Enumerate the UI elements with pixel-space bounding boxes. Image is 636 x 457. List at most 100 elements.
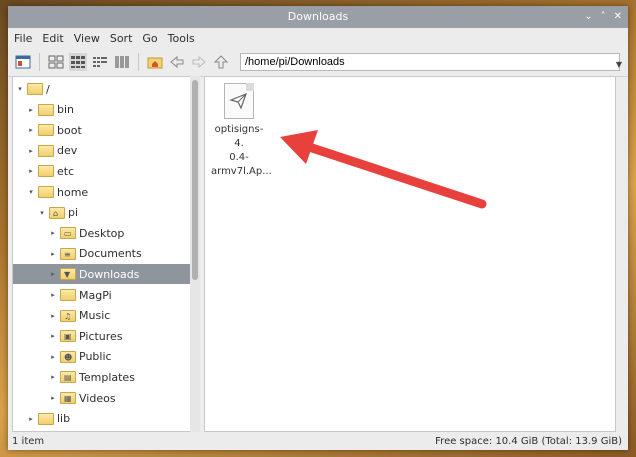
close-button[interactable]: ✕ xyxy=(614,6,622,28)
folder-emblem-icon: ▦ xyxy=(64,394,72,403)
tree-item-label: dev xyxy=(57,144,78,158)
forward-arrow-icon[interactable] xyxy=(190,53,208,71)
tree-item-label: Templates xyxy=(79,370,135,384)
folder-icon xyxy=(38,144,54,157)
file-name-line: optisigns-4. xyxy=(214,124,264,149)
tree-item-label: / xyxy=(46,82,50,96)
window-controls: ⌄ ˄ ✕ xyxy=(584,6,622,28)
folder-icon xyxy=(38,186,54,198)
status-bar: 1 item Free space: 10.4 GiB (Total: 13.9… xyxy=(8,434,628,450)
expand-arrow-icon[interactable]: ▸ xyxy=(48,229,58,237)
path-input[interactable] xyxy=(240,53,620,71)
expand-arrow-icon[interactable]: ▸ xyxy=(26,106,36,114)
annotation-arrow xyxy=(280,130,487,209)
tree-item-label: Documents xyxy=(79,247,142,261)
folder-emblem-icon: ▼ xyxy=(64,270,71,280)
expand-arrow-icon[interactable]: ▸ xyxy=(48,250,58,258)
folder-emblem-icon: ☻ xyxy=(64,352,73,362)
tree-item-label: Downloads xyxy=(79,267,140,281)
maximize-button[interactable]: ˄ xyxy=(601,6,606,28)
expand-arrow-icon[interactable]: ▸ xyxy=(26,415,36,423)
tree-item-lib[interactable]: ▸ lib xyxy=(26,409,197,429)
menu-file[interactable]: File xyxy=(14,32,32,45)
tree-item-documents[interactable]: ▸ ≡ Documents xyxy=(48,244,197,264)
folder-emblem-icon: ⌂ xyxy=(53,208,59,218)
folder-icon: ▣ xyxy=(60,330,76,343)
folder-icon: ▦ xyxy=(60,392,76,404)
compact-view-icon[interactable] xyxy=(91,53,109,71)
menu-view[interactable]: View xyxy=(74,32,100,45)
tree-item-dev[interactable]: ▸ dev xyxy=(26,141,197,161)
tree-item-public[interactable]: ▸ ☻ Public xyxy=(48,347,197,367)
back-arrow-icon[interactable] xyxy=(168,53,186,71)
tree-item-label: Public xyxy=(79,350,112,364)
expand-arrow-icon[interactable]: ▸ xyxy=(26,167,36,175)
toolbar xyxy=(8,48,628,77)
folder-icon xyxy=(38,103,54,116)
up-arrow-icon[interactable] xyxy=(212,53,230,71)
scrollbar-thumb[interactable] xyxy=(192,80,198,280)
tree-item-label: Music xyxy=(79,309,111,323)
new-window-icon[interactable] xyxy=(14,53,32,71)
tree-item-label: Pictures xyxy=(79,329,123,343)
tree-item-label: home xyxy=(57,185,89,199)
file-item[interactable]: optisigns-4. 0.4- armv7l.Ap... xyxy=(211,83,272,179)
folder-emblem-icon: ▤ xyxy=(64,373,72,383)
expand-arrow-icon[interactable]: ▸ xyxy=(48,332,58,340)
window-title: Downloads xyxy=(287,10,349,23)
arrow-shaft xyxy=(301,141,487,209)
tree-item-boot[interactable]: ▸ boot xyxy=(26,120,197,140)
collapse-arrow-icon[interactable]: ▾ xyxy=(26,188,36,196)
folder-emblem-icon: ≡ xyxy=(64,249,71,259)
expand-arrow-icon[interactable]: ▸ xyxy=(48,270,58,278)
tree-item-pi[interactable]: ▾ ⌂ pi xyxy=(37,203,197,223)
folder-icon: ≡ xyxy=(60,247,76,260)
expand-arrow-icon[interactable]: ▸ xyxy=(48,353,58,361)
menu-tools[interactable]: Tools xyxy=(168,32,195,45)
tree-item-magpi[interactable]: ▸ MagPi xyxy=(48,285,197,305)
tree-item-templates[interactable]: ▸ ▤ Templates xyxy=(48,367,197,387)
tree-scrollbar[interactable] xyxy=(190,76,200,432)
file-name: optisigns-4. 0.4- armv7l.Ap... xyxy=(211,123,272,179)
folder-icon xyxy=(38,165,54,178)
list-view-icon[interactable] xyxy=(113,53,131,71)
thumbnail-view-icon[interactable] xyxy=(69,53,87,71)
expand-arrow-icon[interactable]: ▸ xyxy=(26,126,36,134)
collapse-arrow-icon[interactable]: ▾ xyxy=(37,209,47,217)
tree-item-etc[interactable]: ▸ etc xyxy=(26,161,197,181)
minimize-button[interactable]: ⌄ xyxy=(584,6,592,28)
folder-icon: ♫ xyxy=(60,309,76,322)
menu-edit[interactable]: Edit xyxy=(42,32,63,45)
folder-icon xyxy=(38,124,54,137)
item-count: 1 item xyxy=(12,436,45,447)
tree-item-root[interactable]: ▾ / xyxy=(15,79,197,99)
tree-item-downloads[interactable]: ▸ ▼ Downloads xyxy=(13,264,197,285)
expand-arrow-icon[interactable]: ▸ xyxy=(48,373,58,381)
tree-item-videos[interactable]: ▸ ▦ Videos xyxy=(48,388,197,408)
title-bar[interactable]: Downloads ⌄ ˄ ✕ xyxy=(8,6,628,28)
path-dropdown-icon[interactable]: ▼ xyxy=(616,60,622,69)
folder-icon: ⌂ xyxy=(49,206,65,219)
expand-arrow-icon[interactable]: ▸ xyxy=(26,147,36,155)
menu-sort[interactable]: Sort xyxy=(110,32,133,45)
toolbar-separator xyxy=(138,53,139,71)
tree-item-label: boot xyxy=(57,123,82,137)
folder-icon xyxy=(60,289,76,301)
tree-item-label: Desktop xyxy=(79,226,125,240)
tree-item-home[interactable]: ▾ home xyxy=(26,182,197,202)
expand-arrow-icon[interactable]: ▸ xyxy=(48,394,58,402)
folder-icon: ▭ xyxy=(60,227,76,240)
icon-view-icon[interactable] xyxy=(47,53,65,71)
tree-item-music[interactable]: ▸ ♫ Music xyxy=(48,306,197,326)
expand-arrow-icon[interactable]: ▸ xyxy=(48,312,58,320)
tree-item-desktop[interactable]: ▸ ▭ Desktop xyxy=(48,223,197,243)
home-folder-icon[interactable] xyxy=(146,53,164,71)
menu-go[interactable]: Go xyxy=(142,32,157,45)
expand-arrow-icon[interactable]: ▸ xyxy=(48,291,58,299)
paper-plane-file-icon[interactable] xyxy=(224,83,254,119)
tree-item-bin[interactable]: ▸ bin xyxy=(26,100,197,120)
file-name-line: 0.4- xyxy=(229,152,249,163)
folder-icon: ▼ xyxy=(60,268,76,281)
collapse-arrow-icon[interactable]: ▾ xyxy=(15,85,25,93)
tree-item-pictures[interactable]: ▸ ▣ Pictures xyxy=(48,326,197,346)
